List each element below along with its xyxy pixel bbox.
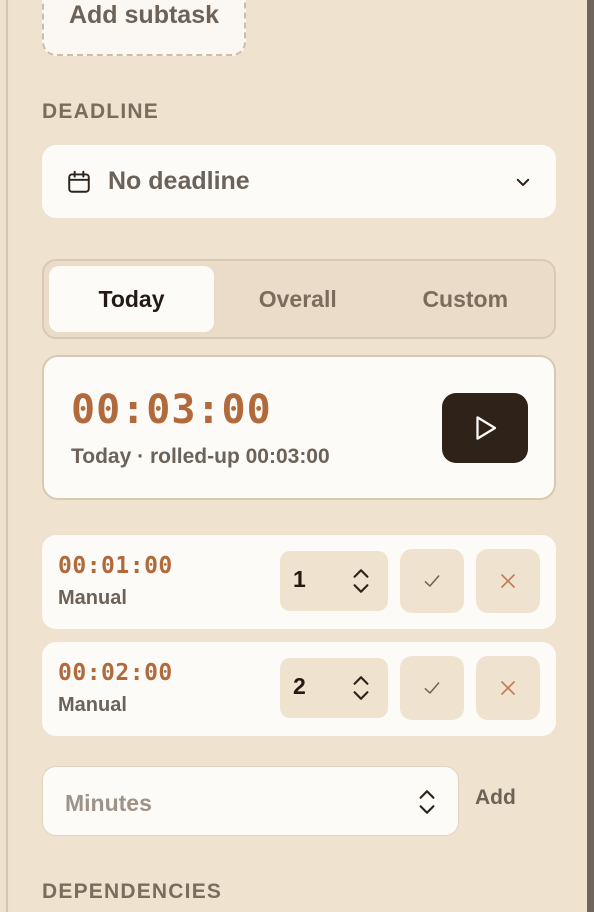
tab-today[interactable]: Today xyxy=(49,266,214,332)
entry-minutes-stepper[interactable]: 1 xyxy=(280,551,388,611)
spinner-arrows-icon[interactable] xyxy=(414,787,440,817)
entry-minutes-value: 2 xyxy=(293,673,306,699)
left-panel-edge xyxy=(0,0,8,912)
entry-duration: 00:01:00 xyxy=(58,553,173,579)
spinner-arrows-icon[interactable] xyxy=(348,673,374,703)
time-entry-row: 00:02:00 Manual 2 xyxy=(42,642,556,736)
time-entry-row: 00:01:00 Manual 1 xyxy=(42,535,556,629)
delete-entry-button[interactable] xyxy=(476,549,540,613)
check-icon xyxy=(424,575,440,587)
minutes-field xyxy=(42,766,459,836)
deadline-section-label: DEADLINE xyxy=(42,100,159,123)
calendar-icon xyxy=(68,170,90,193)
timer-subtitle: Today · rolled-up 00:03:00 xyxy=(71,445,330,468)
chevron-down-icon xyxy=(516,178,530,186)
deadline-select[interactable]: No deadline xyxy=(42,145,556,218)
tab-overall[interactable]: Overall xyxy=(214,266,382,332)
minutes-input[interactable] xyxy=(63,785,397,821)
close-icon xyxy=(501,681,515,695)
add-subtask-label: Add subtask xyxy=(68,1,220,29)
dependencies-section-label: DEPENDENCIES xyxy=(42,880,223,903)
entry-duration: 00:02:00 xyxy=(58,660,173,686)
check-icon xyxy=(424,682,440,694)
entry-type: Manual xyxy=(58,587,127,609)
tab-custom[interactable]: Custom xyxy=(382,266,550,332)
add-time-button[interactable]: Add xyxy=(475,786,516,810)
add-subtask-button[interactable]: Add subtask xyxy=(42,0,246,56)
time-range-tabs: Today Overall Custom xyxy=(42,259,556,339)
play-button[interactable] xyxy=(442,393,528,463)
deadline-value: No deadline xyxy=(108,167,250,195)
confirm-entry-button[interactable] xyxy=(400,549,464,613)
close-icon xyxy=(501,574,515,588)
confirm-entry-button[interactable] xyxy=(400,656,464,720)
entry-minutes-stepper[interactable]: 2 xyxy=(280,658,388,718)
entry-type: Manual xyxy=(58,694,127,716)
scrollbar-track[interactable] xyxy=(587,0,594,912)
delete-entry-button[interactable] xyxy=(476,656,540,720)
timer-card: 00:03:00 Today · rolled-up 00:03:00 xyxy=(42,355,556,500)
timer-display: 00:03:00 xyxy=(71,387,272,433)
spinner-arrows-icon[interactable] xyxy=(348,566,374,596)
entry-minutes-value: 1 xyxy=(293,566,306,592)
play-icon xyxy=(476,416,497,440)
